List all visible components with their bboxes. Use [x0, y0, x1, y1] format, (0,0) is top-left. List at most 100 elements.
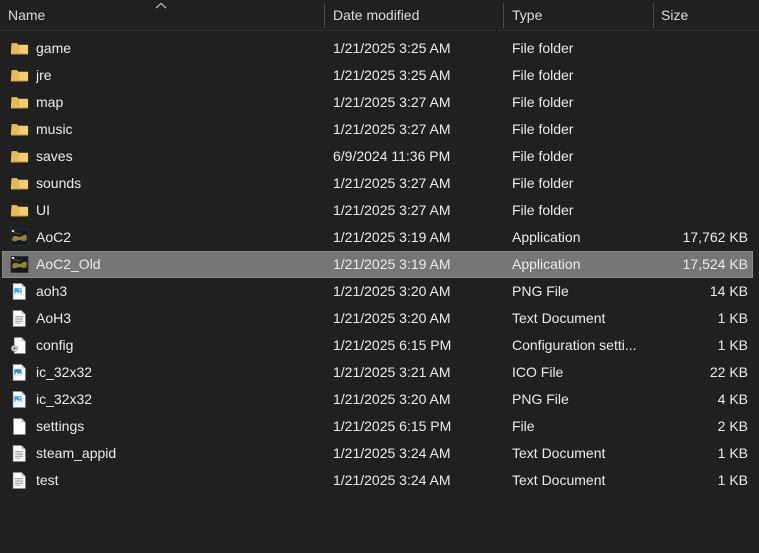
header-divider-2[interactable]: [503, 3, 504, 28]
file-type-cell: PNG File: [512, 386, 650, 413]
file-row[interactable]: AoC2 1/21/2025 3:19 AM Application17,762 K…: [2, 224, 753, 251]
file-row[interactable]: UI 1/21/2025 3:27 AM File folder: [2, 197, 753, 224]
file-name-cell: aoh3: [36, 278, 316, 305]
file-date-modified-cell: 6/9/2024 11:36 PM: [333, 143, 501, 170]
file-row[interactable]: sounds1/21/2025 3:27 AMFile folder: [2, 170, 753, 197]
file-date-modified-cell: 1/21/2025 3:20 AM: [333, 386, 501, 413]
file-size-cell: [632, 170, 748, 197]
file-row[interactable]: config1/21/2025 6:15 PMConfiguration set…: [2, 332, 753, 359]
column-header-type-label: Type: [512, 7, 542, 23]
file-type-cell: File: [512, 413, 650, 440]
application-map-icon: [10, 255, 29, 274]
file-row[interactable]: AoC2_Old1/21/2025 3:19 AMApplication17,5…: [2, 251, 753, 278]
column-header-date-modified-label: Date modified: [333, 7, 419, 23]
file-date-modified-cell: 1/21/2025 3:21 AM: [333, 359, 501, 386]
file-size-cell: 2 KB: [632, 413, 748, 440]
column-header-size-label: Size: [661, 7, 688, 23]
file-type-cell: File folder: [512, 62, 650, 89]
file-name-cell: ic_32x32: [36, 359, 316, 386]
file-type-cell: PNG File: [512, 278, 650, 305]
file-name-cell: AoH3: [36, 305, 316, 332]
application-map-icon: [10, 228, 29, 247]
file-size-cell: [632, 116, 748, 143]
column-header-date-modified[interactable]: Date modified: [333, 0, 495, 30]
config-file-icon: [10, 336, 29, 355]
file-name-cell: settings: [36, 413, 316, 440]
text-document-icon: [10, 471, 29, 490]
file-row[interactable]: ic_32x321/21/2025 3:20 AMPNG File4 KB: [2, 386, 753, 413]
column-header-name-label: Name: [8, 7, 45, 23]
file-name-cell: test: [36, 467, 316, 494]
file-type-cell: File folder: [512, 89, 650, 116]
file-row[interactable]: steam_appid1/21/2025 3:24 AMText Documen…: [2, 440, 753, 467]
file-type-cell: Text Document: [512, 305, 650, 332]
file-name-cell: config: [36, 332, 316, 359]
folder-icon: [10, 93, 29, 112]
file-date-modified-cell: 1/21/2025 3:19 AM: [333, 224, 501, 251]
file-row[interactable]: game1/21/2025 3:25 AMFile folder: [2, 35, 753, 62]
file-name-cell: jre: [36, 62, 316, 89]
file-size-cell: 14 KB: [632, 278, 748, 305]
file-name-cell: UI: [36, 197, 316, 224]
file-type-cell: File folder: [512, 197, 650, 224]
blank-file-icon: [10, 417, 29, 436]
file-size-cell: 17,524 KB: [632, 251, 748, 278]
column-header-type[interactable]: Type: [512, 0, 646, 30]
file-explorer-details-view: Name Date modified Type Size game 1/21/20…: [0, 0, 759, 553]
png-file-icon: [10, 282, 29, 301]
file-size-cell: 1 KB: [632, 305, 748, 332]
file-type-cell: ICO File: [512, 359, 650, 386]
file-type-cell: Application: [512, 224, 650, 251]
folder-icon: [10, 66, 29, 85]
file-date-modified-cell: 1/21/2025 6:15 PM: [333, 413, 501, 440]
file-type-cell: Application: [512, 251, 650, 278]
file-size-cell: 22 KB: [632, 359, 748, 386]
folder-icon: [10, 39, 29, 58]
file-name-cell: ic_32x32: [36, 386, 316, 413]
file-row[interactable]: music1/21/2025 3:27 AMFile folder: [2, 116, 753, 143]
header-divider-3[interactable]: [653, 3, 654, 28]
file-date-modified-cell: 1/21/2025 3:27 AM: [333, 197, 501, 224]
file-type-cell: File folder: [512, 143, 650, 170]
file-size-cell: [632, 197, 748, 224]
text-document-icon: [10, 309, 29, 328]
folder-icon: [10, 120, 29, 139]
file-type-cell: Text Document: [512, 440, 650, 467]
header-divider-1[interactable]: [324, 3, 325, 28]
file-row[interactable]: saves 6/9/2024 11:36 PM File folder: [2, 143, 753, 170]
file-date-modified-cell: 1/21/2025 3:19 AM: [333, 251, 501, 278]
file-date-modified-cell: 1/21/2025 3:20 AM: [333, 305, 501, 332]
column-header-size[interactable]: Size: [661, 0, 753, 30]
column-header-row: Name Date modified Type Size: [0, 0, 759, 31]
ico-file-icon: [10, 363, 29, 382]
file-type-cell: Text Document: [512, 467, 650, 494]
folder-icon: [10, 174, 29, 193]
file-date-modified-cell: 1/21/2025 3:27 AM: [333, 116, 501, 143]
file-date-modified-cell: 1/21/2025 3:24 AM: [333, 440, 501, 467]
file-list: game 1/21/2025 3:25 AM File folder jre 1/21/…: [0, 31, 759, 494]
file-date-modified-cell: 1/21/2025 3:25 AM: [333, 62, 501, 89]
text-document-icon: [10, 444, 29, 463]
file-row[interactable]: map1/21/2025 3:27 AMFile folder: [2, 89, 753, 116]
file-size-cell: 17,762 KB: [632, 224, 748, 251]
file-row[interactable]: test1/21/2025 3:24 AMText Document1 KB: [2, 467, 753, 494]
file-row[interactable]: jre 1/21/2025 3:25 AM File folder: [2, 62, 753, 89]
file-name-cell: AoC2: [36, 224, 316, 251]
png-file-icon: [10, 390, 29, 409]
file-type-cell: File folder: [512, 170, 650, 197]
file-row[interactable]: aoh31/21/2025 3:20 AMPNG File14 KB: [2, 278, 753, 305]
file-date-modified-cell: 1/21/2025 3:25 AM: [333, 35, 501, 62]
file-name-cell: game: [36, 35, 316, 62]
file-type-cell: File folder: [512, 116, 650, 143]
file-row[interactable]: ic_32x32 1/21/2025 3:21 AM ICO File22 KB: [2, 359, 753, 386]
file-row[interactable]: settings 1/21/2025 6:15 PM File2 KB: [2, 413, 753, 440]
file-type-cell: Configuration setti...: [512, 332, 650, 359]
file-date-modified-cell: 1/21/2025 3:24 AM: [333, 467, 501, 494]
column-header-name[interactable]: Name: [8, 0, 316, 30]
file-name-cell: saves: [36, 143, 316, 170]
file-row[interactable]: AoH3 1/21/2025 3:20 AM Text Document1 KB: [2, 305, 753, 332]
file-size-cell: 1 KB: [632, 440, 748, 467]
file-size-cell: [632, 143, 748, 170]
file-size-cell: [632, 62, 748, 89]
file-name-cell: sounds: [36, 170, 316, 197]
